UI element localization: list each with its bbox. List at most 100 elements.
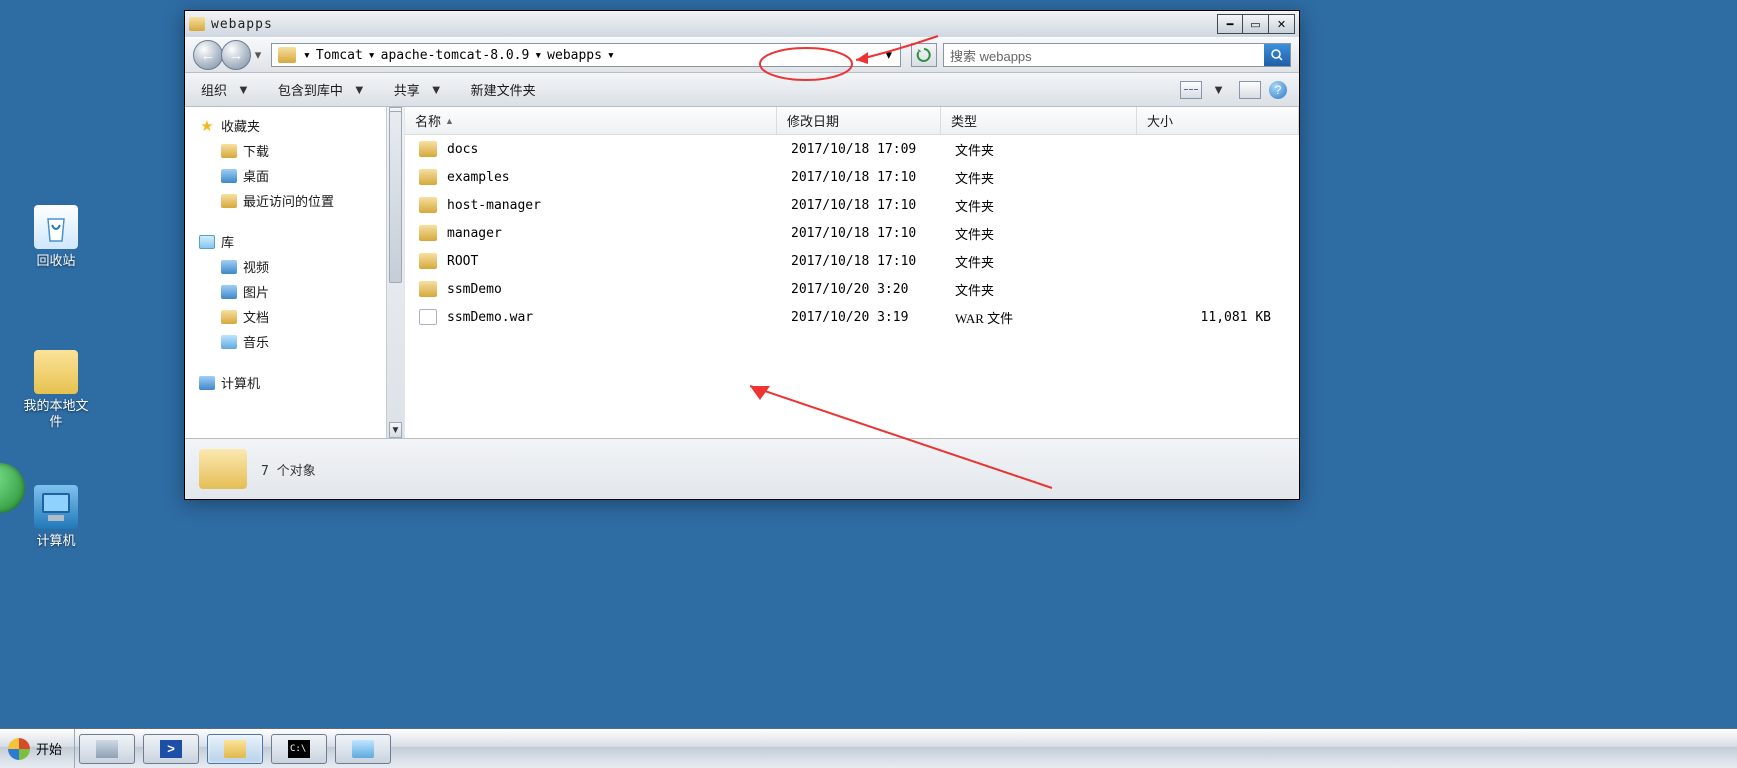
nav-scrollbar[interactable]: ▲ ▼ [386,107,404,438]
dropdown-icon[interactable]: ▼ [1210,82,1231,97]
titlebar[interactable]: webapps ━ ▭ ✕ [185,11,1299,37]
file-row[interactable]: docs2017/10/18 17:09文件夹 [405,135,1299,163]
file-row[interactable]: manager2017/10/18 17:10文件夹 [405,219,1299,247]
navigation-pane: ★收藏夹 下载 桌面 最近访问的位置 库 视频 图片 文档 音乐 计算机 ▲ ▼ [185,107,405,438]
breadcrumb-webapps[interactable]: webapps [545,48,604,63]
desktop-computer[interactable]: 计算机 [14,485,98,549]
file-type: 文件夹 [955,252,1151,271]
taskbar-explorer[interactable] [207,734,263,764]
refresh-button[interactable] [911,43,937,67]
breadcrumb-sep[interactable]: ▾ [365,48,379,63]
include-lib-button[interactable]: 包含到库中 [274,76,347,103]
breadcrumb-sep[interactable]: ▾ [300,48,314,63]
start-label: 开始 [36,739,62,758]
status-bar: 7 个对象 [185,439,1299,499]
computer-group[interactable]: 计算机 [199,370,404,395]
file-list[interactable]: docs2017/10/18 17:09文件夹examples2017/10/1… [405,135,1299,438]
file-date: 2017/10/18 17:09 [791,142,955,157]
nav-desktop[interactable]: 桌面 [199,163,404,188]
file-row[interactable]: ssmDemo.war2017/10/20 3:19WAR 文件11,081 K… [405,303,1299,331]
nav-bar: ← → ▾ ▾ Tomcat ▾ apache-tomcat-8.0.9 ▾ w… [185,37,1299,73]
col-name[interactable]: 名称▲ [405,107,777,134]
my-files-label: 我的本地文 件 [14,398,98,429]
start-button[interactable]: 开始 [0,729,75,768]
search-go-button[interactable] [1264,44,1290,66]
start-orb-icon [8,738,30,760]
scroll-thumb[interactable] [389,111,402,283]
taskbar-powershell[interactable]: > [143,734,199,764]
explorer-window: webapps ━ ▭ ✕ ← → ▾ ▾ Tomcat ▾ apache-to… [184,10,1300,500]
file-row[interactable]: host-manager2017/10/18 17:10文件夹 [405,191,1299,219]
search-placeholder: 搜索 webapps [950,46,1032,65]
share-button[interactable]: 共享 [390,76,424,103]
col-size[interactable]: 大小 [1137,107,1299,134]
file-name: manager [447,226,791,241]
file-type: WAR 文件 [955,308,1151,327]
view-mode-button[interactable] [1180,81,1202,99]
breadcrumb-sep[interactable]: ▾ [604,48,618,63]
file-date: 2017/10/18 17:10 [791,226,955,241]
taskbar-server-manager[interactable] [79,734,135,764]
breadcrumb-sep[interactable]: ▾ [531,48,545,63]
file-date: 2017/10/18 17:10 [791,254,955,269]
file-name: ssmDemo.war [447,310,791,325]
folder-icon [419,225,437,241]
scroll-down-button[interactable]: ▼ [389,422,402,438]
help-button[interactable]: ? [1269,81,1287,99]
computer-icon [34,485,78,529]
folder-icon [419,141,437,157]
breadcrumb-tomcat[interactable]: Tomcat [314,48,365,63]
close-button[interactable]: ✕ [1269,14,1295,34]
breadcrumb-apache[interactable]: apache-tomcat-8.0.9 [379,48,532,63]
taskbar: 开始 > C:\ [0,728,1737,768]
window-title: webapps [211,17,1217,32]
maximize-button[interactable]: ▭ [1243,14,1269,34]
status-text: 7 个对象 [261,460,316,479]
favorites-group[interactable]: ★收藏夹 [199,113,404,138]
file-row[interactable]: ROOT2017/10/18 17:10文件夹 [405,247,1299,275]
minimize-button[interactable]: ━ [1217,14,1243,34]
new-folder-button[interactable]: 新建文件夹 [467,76,540,103]
file-date: 2017/10/18 17:10 [791,198,955,213]
dropdown-icon[interactable]: ▼ [235,82,256,97]
desktop-icon [221,169,237,183]
recent-icon [221,194,237,208]
organize-button[interactable]: 组织 [197,76,231,103]
file-icon [419,309,437,325]
back-button[interactable]: ← [193,40,223,70]
taskbar-app[interactable] [335,734,391,764]
col-date[interactable]: 修改日期 [777,107,941,134]
file-type: 文件夹 [955,140,1151,159]
file-name: host-manager [447,198,791,213]
column-headers: 名称▲ 修改日期 类型 大小 [405,107,1299,135]
history-dropdown[interactable]: ▾ [251,40,265,70]
star-icon: ★ [199,118,215,134]
documents-icon [221,310,237,324]
nav-pictures[interactable]: 图片 [199,279,404,304]
desktop-recycle-bin[interactable]: 回收站 [14,205,98,269]
file-type: 文件夹 [955,224,1151,243]
nav-music[interactable]: 音乐 [199,329,404,354]
music-icon [221,335,237,349]
libraries-group[interactable]: 库 [199,229,404,254]
file-row[interactable]: examples2017/10/18 17:10文件夹 [405,163,1299,191]
file-row[interactable]: ssmDemo2017/10/20 3:20文件夹 [405,275,1299,303]
dropdown-icon[interactable]: ▼ [428,82,449,97]
address-dropdown[interactable]: ▾ [879,47,898,63]
nav-downloads[interactable]: 下载 [199,138,404,163]
dropdown-icon[interactable]: ▼ [351,82,372,97]
nav-videos[interactable]: 视频 [199,254,404,279]
col-type[interactable]: 类型 [941,107,1137,134]
videos-icon [221,260,237,274]
preview-pane-button[interactable] [1239,81,1261,99]
nav-documents[interactable]: 文档 [199,304,404,329]
recycle-bin-icon [34,205,78,249]
forward-button[interactable]: → [221,40,251,70]
nav-recent[interactable]: 最近访问的位置 [199,188,404,213]
search-input[interactable]: 搜索 webapps [943,43,1291,67]
window-folder-icon [189,17,205,31]
taskbar-cmd[interactable]: C:\ [271,734,327,764]
file-date: 2017/10/20 3:19 [791,310,955,325]
address-bar[interactable]: ▾ Tomcat ▾ apache-tomcat-8.0.9 ▾ webapps… [271,43,901,67]
desktop-my-files[interactable]: 我的本地文 件 [14,350,98,429]
